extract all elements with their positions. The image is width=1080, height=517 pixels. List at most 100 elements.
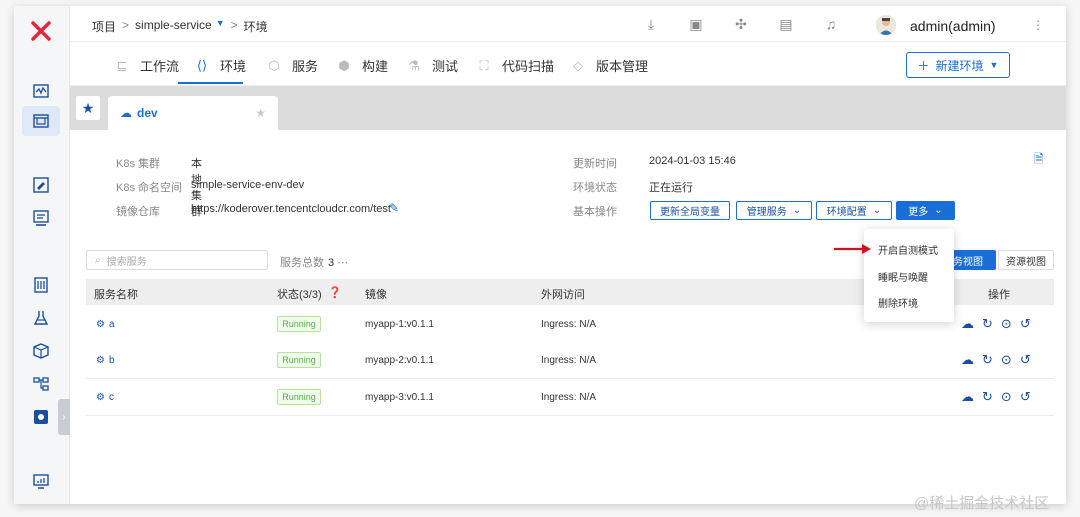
upload-cloud-icon[interactable]: ☁ [961, 389, 974, 405]
service-link[interactable]: ⚙ a [96, 319, 115, 330]
manage-services-button[interactable]: 管理服务 ⌄ [736, 201, 812, 220]
ingress-value: Ingress: N/A [541, 355, 597, 366]
favorites-star-icon[interactable]: ★ [76, 96, 100, 120]
menu-item-sleep-wake[interactable]: 睡眠与唤醒 [878, 269, 928, 284]
help-icon[interactable]: ❓ [328, 286, 342, 299]
scan-icon: ⛶ [479, 57, 489, 73]
more-dropdown-menu: 开启自测模式 睡眠与唤醒 删除环境 [864, 229, 954, 322]
breadcrumb-separator-icon: > [230, 18, 238, 32]
chevron-down-icon: ⌄ [934, 205, 943, 216]
upload-cloud-icon[interactable]: ☁ [961, 352, 974, 368]
resource-view-button[interactable]: 资源视图 [998, 250, 1054, 270]
monitor-icon[interactable] [32, 472, 50, 490]
info-label: K8s 集群 [116, 158, 161, 170]
star-icon[interactable]: ★ [255, 106, 266, 120]
logo-icon[interactable] [30, 20, 52, 42]
update-global-vars-button[interactable]: 更新全局变量 [650, 201, 730, 220]
flask-icon: ⚗ [408, 57, 420, 73]
user-name[interactable]: admin(admin) [910, 18, 996, 34]
download-icon[interactable]: ⤓ [642, 16, 660, 33]
service-link[interactable]: ⚙ c [96, 392, 114, 403]
tab-test[interactable]: ⚗ 测试 [406, 56, 458, 75]
history-icon[interactable]: ↺ [1020, 316, 1031, 332]
menu-item-self-test-mode[interactable]: 开启自测模式 [878, 242, 938, 257]
more-button[interactable]: 更多 ⌄ [896, 201, 955, 220]
menu-item-delete-env[interactable]: 删除环境 [878, 295, 918, 310]
translate-icon[interactable]: ▣ [687, 16, 705, 33]
document-icon[interactable]: 🗎 [1034, 150, 1044, 171]
tab-version[interactable]: ◇ 版本管理 [570, 56, 648, 75]
caret-down-icon[interactable]: ▼ [216, 18, 225, 35]
edit-doc-icon[interactable] [32, 176, 50, 194]
restart-icon[interactable]: ↻ [982, 352, 993, 368]
flask-icon[interactable] [32, 309, 50, 327]
environment-tabs: ★ ☁ dev ★ [70, 86, 1066, 130]
dashboard-icon[interactable] [32, 82, 50, 100]
update-icon[interactable]: ⊙ [1001, 352, 1012, 368]
tab-code-scan[interactable]: ⛶ 代码扫描 [476, 56, 554, 75]
tab-workflow[interactable]: ⊑ 工作流 [114, 56, 179, 75]
env-config-button[interactable]: 环境配置 ⌄ [816, 201, 892, 220]
sidebar-collapse-handle[interactable]: › [58, 399, 70, 435]
status-badge: Running [277, 352, 321, 368]
avatar[interactable] [876, 15, 896, 35]
settings-icon[interactable] [32, 408, 50, 426]
docs-icon[interactable]: ▤ [777, 16, 795, 33]
tab-environment[interactable]: ⟨⟩ 环境 [194, 56, 246, 75]
service-name: b [108, 355, 115, 366]
info-label: 环境状态 [573, 182, 617, 194]
env-tab-dev[interactable]: ☁ dev ★ [108, 96, 278, 130]
update-icon[interactable]: ⊙ [1001, 389, 1012, 405]
button-label: 更多 [908, 207, 929, 218]
breadcrumb-page: 环境 [243, 20, 268, 34]
tab-label: 版本管理 [596, 59, 649, 74]
search-input[interactable]: ⌕ 搜索服务 [86, 250, 268, 270]
release-icon[interactable] [32, 209, 50, 227]
info-namespace: K8s 命名空间 simple-service-env-dev [116, 179, 304, 195]
restart-icon[interactable]: ↻ [982, 389, 993, 405]
info-registry: 镜像仓库 https://koderover.tencentcloudcr.co… [116, 203, 391, 219]
image-value: myapp-2:v0.1.1 [365, 355, 434, 366]
column-header: 状态(3/3) [277, 289, 322, 301]
row-actions: ☁ ↻ ⊙ ↺ [961, 352, 1031, 368]
service-link[interactable]: ⚙ b [96, 355, 115, 366]
projects-icon[interactable] [32, 112, 50, 130]
tab-service[interactable]: ⬡ 服务 [266, 56, 318, 75]
image-value: myapp-1:v0.1.1 [365, 319, 434, 330]
column-header: 外网访问 [541, 289, 585, 301]
button-label: 资源视图 [1006, 256, 1046, 268]
watermark: @稀土掘金技术社区 [914, 495, 1050, 512]
project-nav: ⊑ 工作流 ⟨⟩ 环境 ⬡ 服务 ⬢ 构建 ⚗ 测试 ⛶ 代码扫描 ◇ 版本管理 ＋ 新建环境… [70, 42, 1066, 86]
info-value: 正在运行 [649, 182, 693, 194]
history-icon[interactable]: ↺ [1020, 352, 1031, 368]
info-label: 镜像仓库 [116, 206, 160, 218]
service-name: c [108, 392, 114, 403]
annotation-arrow-icon [834, 244, 871, 254]
bell-icon[interactable]: ♫ [822, 16, 840, 33]
more-vertical-icon[interactable]: ⋮ [1032, 18, 1044, 32]
update-icon[interactable]: ⊙ [1001, 316, 1012, 332]
cube-icon: ⬡ [268, 57, 280, 73]
breadcrumb-project[interactable]: 项目 [92, 18, 116, 35]
info-label: 更新时间 [573, 158, 617, 170]
edit-pencil-icon[interactable]: ✎ [389, 201, 399, 215]
history-icon[interactable]: ↺ [1020, 389, 1031, 405]
info-cluster: K8s 集群 本地集群 [116, 155, 202, 218]
ingress-value: Ingress: N/A [541, 319, 597, 330]
column-header: 镜像 [365, 289, 387, 301]
service-icon: ⚙ [96, 319, 105, 330]
breadcrumb-service[interactable]: simple-service [135, 18, 212, 35]
table-row: ⚙ c Running myapp-3:v0.1.1 Ingress: N/A ☁… [86, 379, 1054, 416]
restart-icon[interactable]: ↻ [982, 316, 993, 332]
upload-cloud-icon[interactable]: ☁ [961, 316, 974, 332]
new-environment-button[interactable]: ＋ 新建环境 ▼ [906, 52, 1010, 78]
button-label: 更新全局变量 [660, 207, 720, 218]
tree-icon[interactable] [32, 375, 50, 393]
breadcrumb-separator-icon: > [122, 18, 130, 32]
plugin-icon[interactable]: ✣ [732, 16, 750, 33]
tab-build[interactable]: ⬢ 构建 [336, 56, 388, 75]
sidebar: › [14, 6, 70, 504]
package-icon[interactable] [32, 342, 50, 360]
build-icon[interactable] [32, 276, 50, 294]
services-total-label: 服务总数 [280, 257, 324, 269]
